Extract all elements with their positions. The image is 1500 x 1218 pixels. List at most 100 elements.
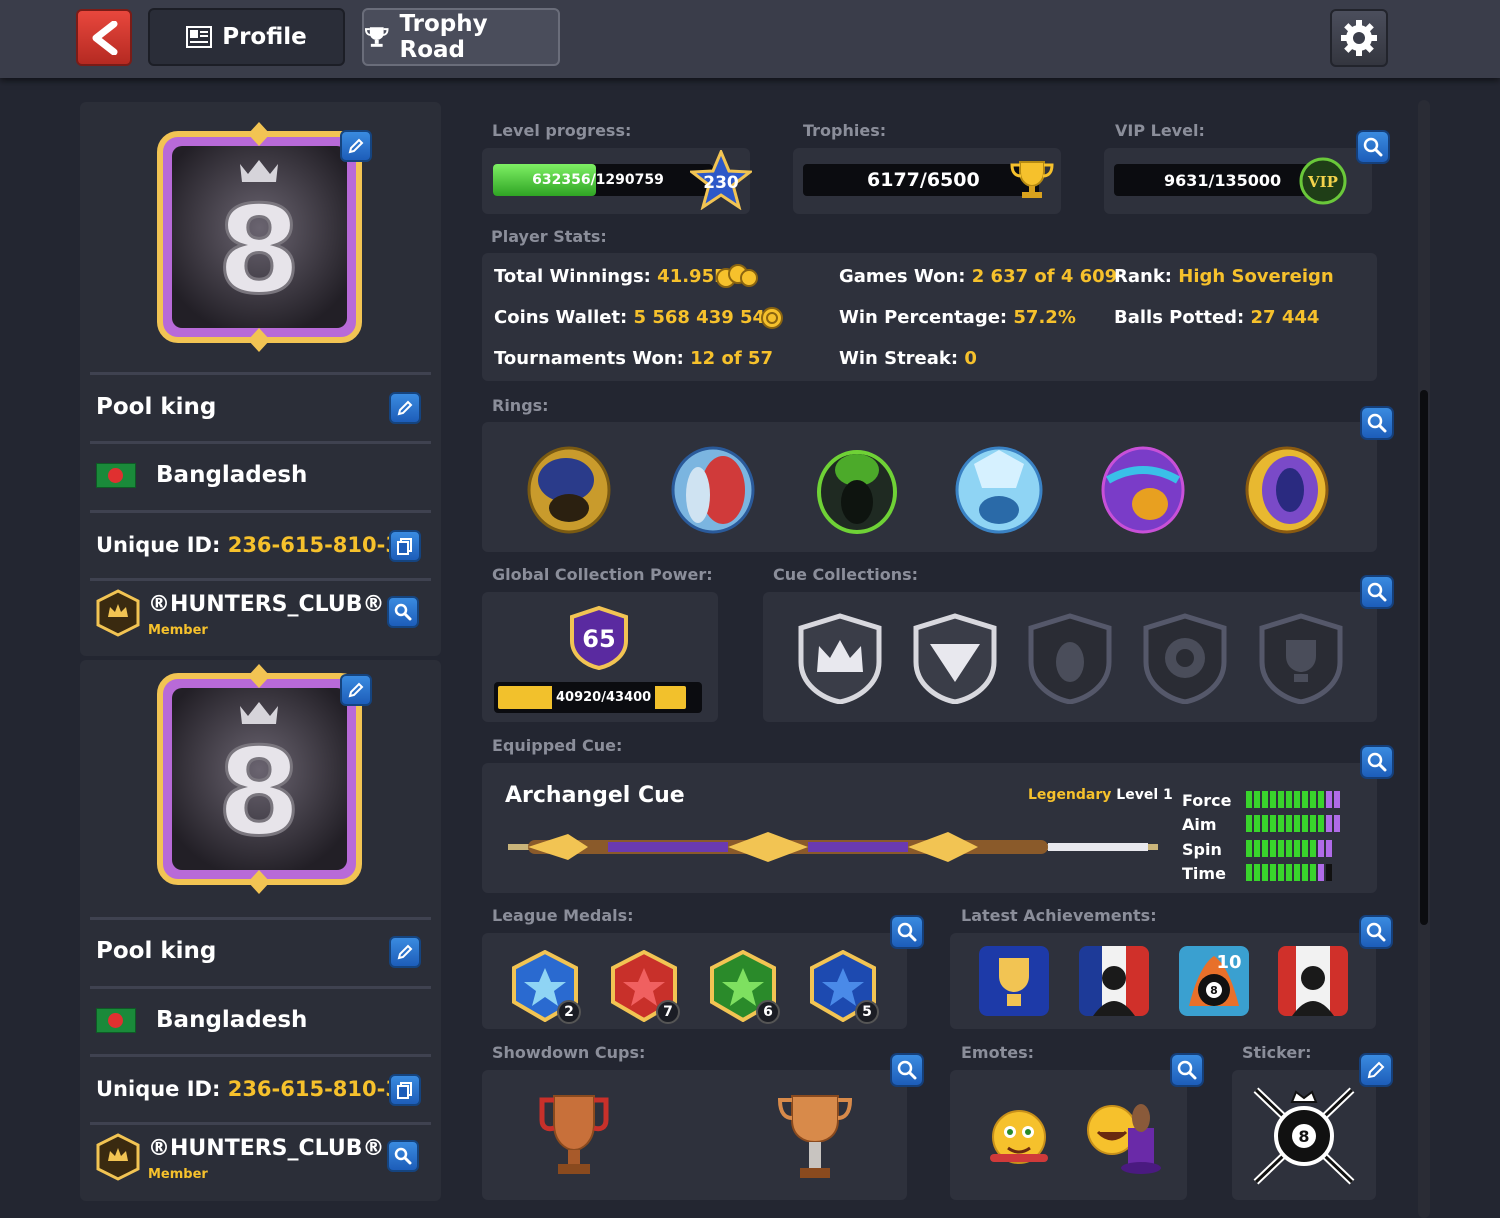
green-ring-icon[interactable] bbox=[812, 440, 902, 536]
chalk-collection-icon[interactable] bbox=[1025, 612, 1115, 704]
cue-stat-time-label: Time bbox=[1182, 864, 1226, 883]
balls-potted-value: 27 444 bbox=[1250, 307, 1320, 328]
rank-label: Rank: bbox=[1114, 266, 1172, 287]
country-name: Bangladesh bbox=[156, 462, 308, 488]
club-name[interactable]: ®HUNTERS_CLUB® bbox=[148, 1136, 385, 1161]
divider bbox=[90, 441, 431, 444]
search-icon bbox=[394, 1147, 412, 1165]
cue-stat-force-gauge bbox=[1246, 791, 1340, 808]
trophies-label: Trophies: bbox=[803, 121, 887, 140]
gauge-segment bbox=[1270, 791, 1276, 808]
cue-level: Level 1 bbox=[1116, 787, 1173, 803]
edit-avatar-button[interactable] bbox=[340, 674, 372, 706]
sticker-edit-button[interactable] bbox=[1359, 1053, 1393, 1087]
search-icon bbox=[1366, 922, 1386, 942]
bronze-cup-icon[interactable] bbox=[538, 1090, 610, 1182]
win-percentage: Win Percentage: 57.2% bbox=[839, 307, 1076, 328]
club-search-button[interactable] bbox=[387, 596, 419, 628]
gauge-segment bbox=[1334, 815, 1340, 832]
magician-hat-emote-icon[interactable] bbox=[1082, 1088, 1162, 1180]
tab-trophy-road[interactable]: Trophy Road bbox=[362, 8, 560, 66]
player-name: Pool king bbox=[96, 394, 217, 420]
crown-collection-icon[interactable] bbox=[795, 612, 885, 704]
france-flag-achievement-icon[interactable] bbox=[1079, 946, 1149, 1016]
gauge-segment bbox=[1254, 815, 1260, 832]
gauge-segment bbox=[1278, 864, 1284, 881]
gold-ring-icon[interactable] bbox=[524, 440, 614, 536]
divider bbox=[90, 510, 431, 513]
total-winnings: Total Winnings: 41.95B bbox=[494, 266, 728, 287]
gauge-segment bbox=[1246, 791, 1252, 808]
back-button[interactable] bbox=[76, 9, 132, 66]
equipped-cue-label: Equipped Cue: bbox=[492, 736, 623, 755]
collection-power-bar: 40920/43400 bbox=[494, 682, 702, 713]
cue-collections-search-button[interactable] bbox=[1360, 575, 1394, 609]
coins-wallet: Coins Wallet: 5 568 439 547 bbox=[494, 307, 778, 328]
copper-trophy-cup-icon[interactable] bbox=[776, 1090, 854, 1182]
diamond-ring-icon[interactable] bbox=[954, 440, 1044, 536]
edit-avatar-button[interactable] bbox=[340, 130, 372, 162]
fire-ball-achievement-icon[interactable]: 8 10 bbox=[1179, 946, 1249, 1016]
cue-stat-spin-gauge bbox=[1246, 840, 1332, 857]
win-streak-label: Win Streak: bbox=[839, 348, 959, 369]
level-progress-label: Level progress: bbox=[492, 121, 632, 140]
profile-card-1: 8 Pool king Bangladesh Unique ID: 236-61… bbox=[80, 102, 441, 656]
player-name: Pool king bbox=[96, 938, 217, 964]
emotes-search-button[interactable] bbox=[1170, 1053, 1204, 1087]
gauge-segment bbox=[1294, 815, 1300, 832]
showdown-cups-search-button[interactable] bbox=[890, 1053, 924, 1087]
unstable-ring-icon[interactable] bbox=[1242, 440, 1332, 536]
copy-icon bbox=[397, 1082, 412, 1099]
pencil-icon bbox=[397, 944, 413, 960]
tournaments-won: Tournaments Won: 12 of 57 bbox=[494, 348, 773, 369]
league-medals-search-button[interactable] bbox=[890, 915, 924, 949]
pool-rack-collection-icon[interactable] bbox=[910, 612, 1000, 704]
equipped-cue-search-button[interactable] bbox=[1360, 745, 1394, 779]
tab-profile[interactable]: Profile bbox=[148, 8, 345, 66]
settings-button[interactable] bbox=[1330, 9, 1388, 67]
country-name: Bangladesh bbox=[156, 1007, 308, 1033]
avatar[interactable]: 8 bbox=[152, 664, 367, 894]
edit-name-button[interactable] bbox=[389, 392, 421, 424]
gear-icon bbox=[1341, 20, 1377, 56]
club-name[interactable]: ®HUNTERS_CLUB® bbox=[148, 592, 385, 617]
gold-trophy-achievement-icon[interactable] bbox=[979, 946, 1049, 1016]
copy-id-button[interactable] bbox=[389, 530, 421, 562]
trophy-collection-icon[interactable] bbox=[1256, 612, 1346, 704]
divider bbox=[90, 917, 431, 920]
svg-text:230: 230 bbox=[703, 173, 739, 193]
search-icon bbox=[1367, 582, 1387, 602]
gauge-segment bbox=[1262, 791, 1268, 808]
gauge-segment bbox=[1270, 815, 1276, 832]
level-star-icon: 230 bbox=[690, 150, 752, 210]
blue-red-ring-icon[interactable] bbox=[668, 440, 758, 536]
trophies-value: 6177/6500 bbox=[803, 164, 1039, 196]
rank: Rank: High Sovereign bbox=[1114, 266, 1334, 287]
pencil-icon bbox=[348, 682, 364, 698]
purple-ring-icon[interactable] bbox=[1098, 440, 1188, 536]
unique-id-label: Unique ID: bbox=[96, 1077, 221, 1101]
canada-flag-achievement-icon[interactable] bbox=[1278, 946, 1348, 1016]
gold-trophy-icon bbox=[1010, 161, 1054, 198]
bangladesh-flag-icon bbox=[96, 463, 136, 488]
achievements-search-button[interactable] bbox=[1359, 915, 1393, 949]
cue-emoji-emote-icon[interactable] bbox=[986, 1104, 1052, 1170]
scrollbar-thumb[interactable] bbox=[1420, 390, 1428, 925]
vip-value: 9631/135000 bbox=[1114, 164, 1328, 196]
club-search-button[interactable] bbox=[387, 1140, 419, 1172]
rings-search-button[interactable] bbox=[1360, 406, 1394, 440]
gauge-segment bbox=[1318, 815, 1324, 832]
total-winnings-label: Total Winnings: bbox=[494, 266, 651, 287]
edit-name-button[interactable] bbox=[389, 936, 421, 968]
avatar[interactable]: 8 bbox=[152, 122, 367, 352]
search-icon bbox=[1177, 1060, 1197, 1080]
eight-ball-collection-icon[interactable] bbox=[1140, 612, 1230, 704]
gauge-segment bbox=[1310, 840, 1316, 857]
rings-label: Rings: bbox=[492, 396, 549, 415]
unique-id-value: 236-615-810-3 bbox=[227, 533, 400, 557]
win-streak: Win Streak: 0 bbox=[839, 348, 977, 369]
vip-search-button[interactable] bbox=[1356, 130, 1390, 164]
gauge-segment bbox=[1246, 864, 1252, 881]
copy-id-button[interactable] bbox=[389, 1074, 421, 1106]
gauge-segment bbox=[1246, 840, 1252, 857]
